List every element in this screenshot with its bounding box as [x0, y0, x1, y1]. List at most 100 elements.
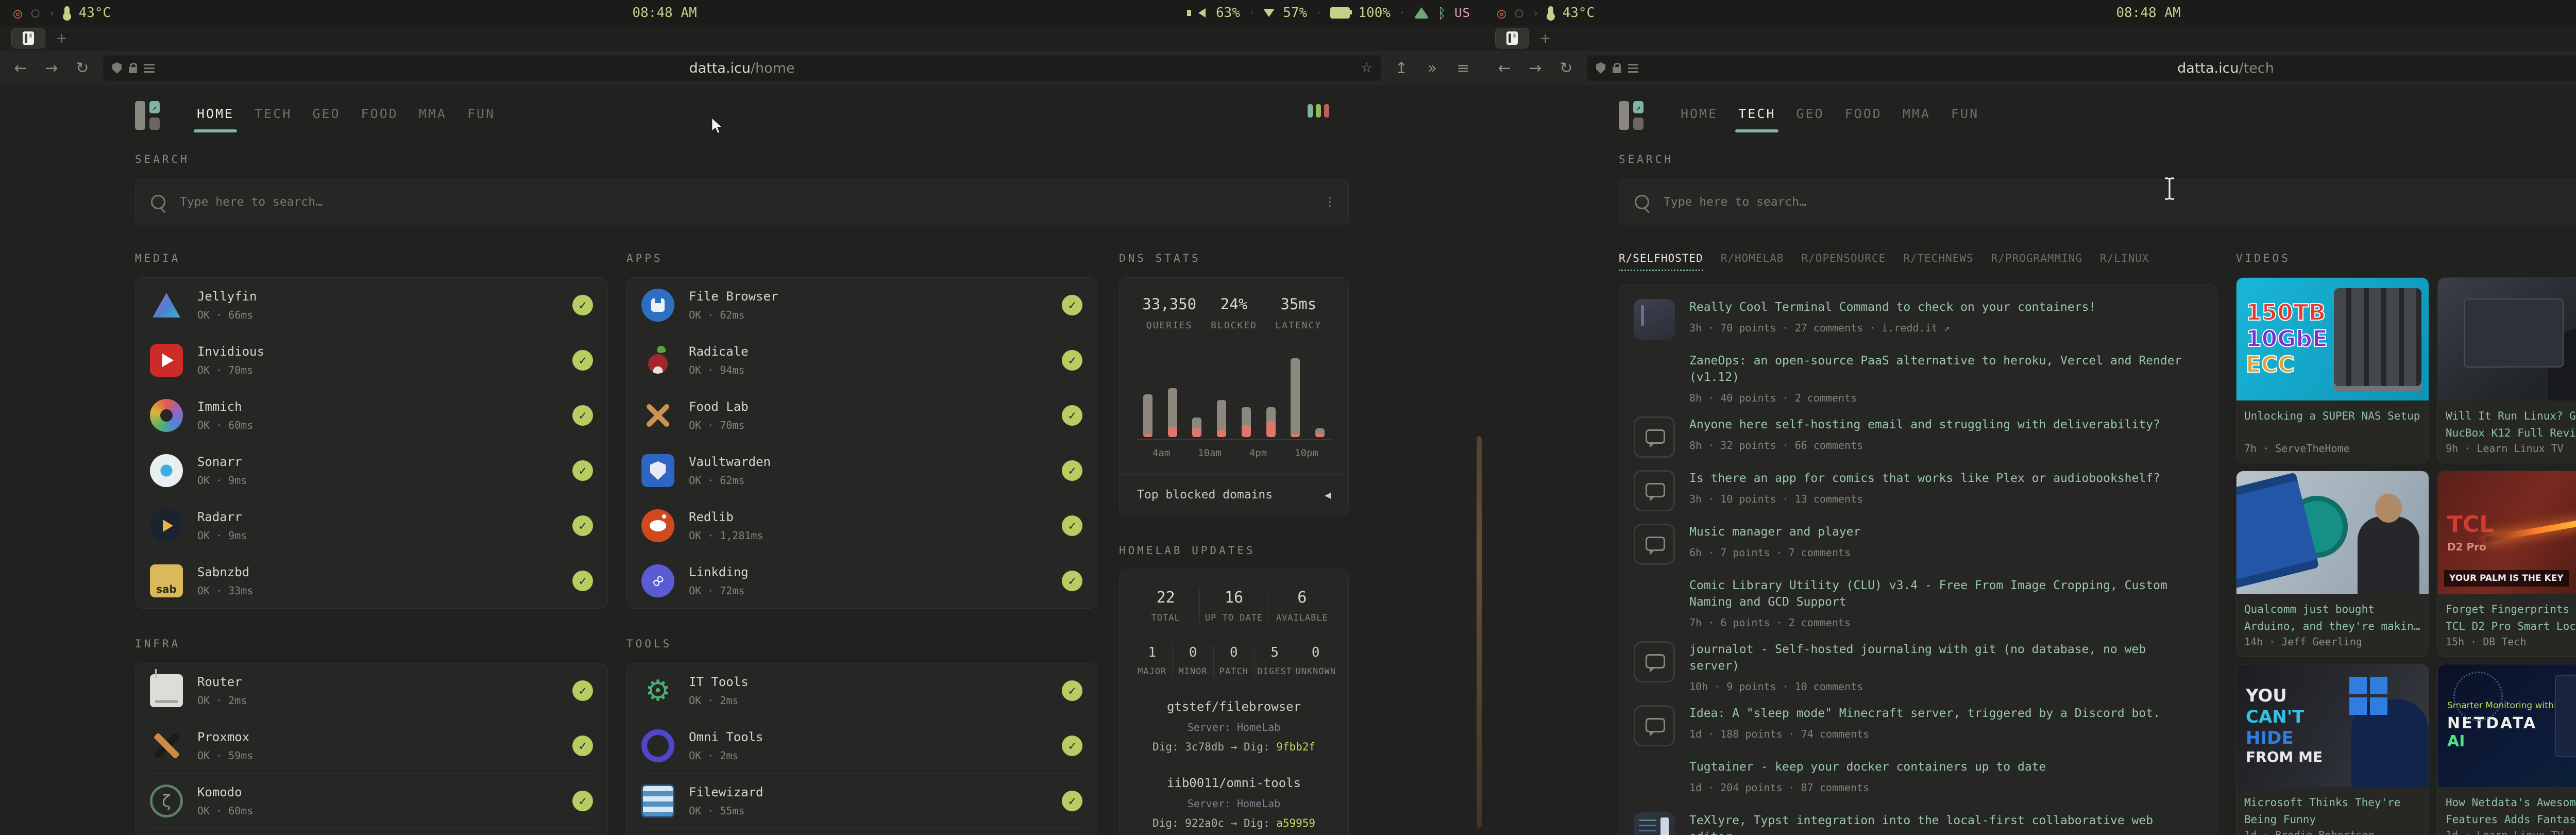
post-item[interactable]: Is there an app for comics that works li…: [1634, 470, 2202, 511]
tab-fun[interactable]: FUN: [467, 106, 495, 132]
video-card[interactable]: Qualcomm just bought Arduino, and they'r…: [2236, 471, 2429, 657]
service-sonarr[interactable]: SonarrOK · 9ms ✓: [150, 443, 593, 498]
post-item[interactable]: Tugtainer - keep your docker containers …: [1634, 759, 2202, 800]
tab-r-programming[interactable]: R/PROGRAMMING: [1991, 252, 2082, 271]
post-title[interactable]: TeXlyre, Typst integration into the loca…: [1689, 812, 2202, 835]
url-bar[interactable]: datta.icu/tech ☆: [1587, 55, 2576, 81]
keyboard-layout[interactable]: US: [1454, 6, 1470, 20]
post-title[interactable]: Is there an app for comics that works li…: [1689, 470, 2202, 487]
brightness-icon[interactable]: [1263, 9, 1275, 17]
service-foodlab[interactable]: Food LabOK · 70ms ✓: [641, 388, 1082, 443]
service-radarr[interactable]: RadarrOK · 9ms ✓: [150, 498, 593, 553]
new-tab-button[interactable]: +: [57, 30, 66, 46]
tab-r-opensource[interactable]: R/OPENSOURCE: [1802, 252, 1886, 271]
scrollbar[interactable]: [1477, 436, 1482, 828]
video-card[interactable]: TCL D2 Pro YOUR PALM IS THE KEY Forget F…: [2437, 471, 2576, 657]
post-title[interactable]: Really Cool Terminal Command to check on…: [1689, 299, 2202, 315]
workspace-indicator-icon[interactable]: ◎: [13, 5, 22, 22]
tab-home[interactable]: HOME: [197, 106, 234, 132]
service-immich[interactable]: ImmichOK · 60ms ✓: [150, 388, 593, 443]
site-logo[interactable]: ↗: [1619, 100, 1647, 132]
video-title[interactable]: Will It Run Linux? GMKTec NucBox K12 Ful…: [2446, 408, 2576, 442]
bluetooth-icon[interactable]: ᛒ: [1437, 5, 1446, 22]
post-item[interactable]: Idea: A "sleep mode" Minecraft server, t…: [1634, 705, 2202, 746]
browser-tab[interactable]: [11, 28, 45, 48]
video-title[interactable]: Forget Fingerprints - The TCL D2 Pro Sma…: [2446, 601, 2576, 635]
clock[interactable]: 08:48 AM: [1786, 5, 2511, 21]
bookmark-star-icon[interactable]: ☆: [1361, 60, 1372, 76]
post-title[interactable]: journalot - Self-hosted journaling with …: [1689, 641, 2202, 674]
tab-geo[interactable]: GEO: [312, 106, 340, 132]
video-card[interactable]: YOU CAN'T HIDE FROM ME Microsoft Thinks …: [2236, 664, 2429, 835]
service-linkding[interactable]: LinkdingOK · 72ms ✓: [641, 553, 1082, 608]
top-blocked-domains-toggle[interactable]: Top blocked domains ◀: [1120, 474, 1348, 515]
post-title[interactable]: Comic Library Utility (CLU) v3.4 - Free …: [1689, 577, 2202, 610]
service-filebrowser[interactable]: File BrowserOK · 62ms ✓: [641, 278, 1082, 332]
tab-food[interactable]: FOOD: [1845, 106, 1882, 132]
tab-mma[interactable]: MMA: [419, 106, 447, 132]
post-item[interactable]: TeXlyre, Typst integration into the loca…: [1634, 812, 2202, 835]
new-tab-button[interactable]: +: [1540, 30, 1550, 46]
wifi-icon[interactable]: [1414, 7, 1429, 19]
tab-home[interactable]: HOME: [1681, 106, 1718, 132]
service-radicale[interactable]: RadicaleOK · 94ms ✓: [641, 332, 1082, 388]
search-input[interactable]: [1663, 195, 2576, 209]
forward-button[interactable]: →: [1525, 59, 1546, 77]
video-title[interactable]: Microsoft Thinks They're Being Funny: [2244, 794, 2421, 828]
service-ittools[interactable]: IT ToolsOK · 2ms ✓: [641, 663, 1082, 718]
post-item[interactable]: Anyone here self-hosting email and strug…: [1634, 416, 2202, 458]
video-title[interactable]: Qualcomm just bought Arduino, and they'r…: [2244, 601, 2421, 635]
forward-button[interactable]: →: [41, 59, 62, 77]
tab-r-homelab[interactable]: R/HOMELAB: [1721, 252, 1784, 271]
tab-r-linux[interactable]: R/LINUX: [2100, 252, 2149, 271]
back-button[interactable]: ←: [10, 59, 31, 77]
clock[interactable]: 08:48 AM: [302, 5, 1027, 21]
post-title[interactable]: Anyone here self-hosting email and strug…: [1689, 416, 2202, 433]
tab-tech[interactable]: TECH: [255, 106, 292, 132]
workspace-indicator-icon[interactable]: ◎: [1497, 5, 1506, 22]
service-vaultwarden[interactable]: VaultwardenOK · 62ms ✓: [641, 443, 1082, 498]
workspace-icon[interactable]: ○: [1515, 5, 1523, 21]
service-redlib[interactable]: RedlibOK · 1,281ms ✓: [641, 498, 1082, 553]
post-item[interactable]: ZaneOps: an open-source PaaS alternative…: [1634, 353, 2202, 404]
site-logo[interactable]: ↗: [135, 100, 163, 132]
browser-tab[interactable]: [1495, 28, 1529, 48]
post-item[interactable]: Music manager and player6h · 7 points · …: [1634, 524, 2202, 565]
search-options-icon[interactable]: [1329, 197, 1331, 199]
service-jellyfin[interactable]: JellyfinOK · 66ms ✓: [150, 278, 593, 332]
volume-icon[interactable]: [1198, 8, 1206, 18]
video-title[interactable]: Unlocking a SUPER NAS Setup: [2244, 408, 2421, 425]
service-sabnzbd[interactable]: SabnzbdOK · 33ms ✓: [150, 553, 593, 608]
back-button[interactable]: ←: [1494, 59, 1515, 77]
post-title[interactable]: Tugtainer - keep your docker containers …: [1689, 759, 2202, 775]
video-card[interactable]: Will It Run Linux? GMKTec NucBox K12 Ful…: [2437, 277, 2576, 463]
service-proxmox[interactable]: ProxmoxOK · 59ms ✓: [150, 718, 593, 773]
service-invidious[interactable]: InvidiousOK · 70ms ✓: [150, 332, 593, 388]
video-card[interactable]: 150TB 10GbE ECC Unlocking a SUPER NAS Se…: [2236, 277, 2429, 463]
service-router[interactable]: RouterOK · 2ms ✓: [150, 663, 593, 718]
search-input[interactable]: [179, 195, 1333, 209]
post-title[interactable]: Music manager and player: [1689, 524, 2202, 540]
tab-tech[interactable]: TECH: [1738, 106, 1775, 132]
search-box[interactable]: [1619, 179, 2576, 225]
reload-button[interactable]: ↻: [1556, 59, 1577, 77]
menu-icon[interactable]: ≡: [1453, 59, 1473, 77]
post-item[interactable]: Really Cool Terminal Command to check on…: [1634, 299, 2202, 340]
tab-geo[interactable]: GEO: [1796, 106, 1824, 132]
tab-r-technews[interactable]: R/TECHNEWS: [1903, 252, 1973, 271]
overflow-icon[interactable]: »: [1422, 59, 1443, 77]
reload-button[interactable]: ↻: [72, 59, 93, 77]
share-icon[interactable]: ↥: [1391, 59, 1412, 77]
tab-fun[interactable]: FUN: [1951, 106, 1979, 132]
service-komodo[interactable]: KomodoOK · 60ms ✓: [150, 773, 593, 828]
post-item[interactable]: journalot - Self-hosted journaling with …: [1634, 641, 2202, 693]
update-entry[interactable]: iib0011/omni-tools Server: HomeLab Dig: …: [1132, 776, 1336, 829]
video-title[interactable]: How Netdata's Awesome AI Features Adds F…: [2446, 794, 2576, 828]
video-card[interactable]: Smarter Monitoring with: NETDATA AI How …: [2437, 664, 2576, 835]
service-omnitools[interactable]: Omni ToolsOK · 2ms ✓: [641, 718, 1082, 773]
service-opengist[interactable]: Open GistOK · 10ms ✓: [641, 828, 1082, 835]
tab-food[interactable]: FOOD: [361, 106, 398, 132]
post-title[interactable]: Idea: A "sleep mode" Minecraft server, t…: [1689, 705, 2202, 722]
update-entry[interactable]: gtstef/filebrowser Server: HomeLab Dig: …: [1132, 699, 1336, 753]
service-filewizard[interactable]: FilewizardOK · 55ms ✓: [641, 773, 1082, 828]
